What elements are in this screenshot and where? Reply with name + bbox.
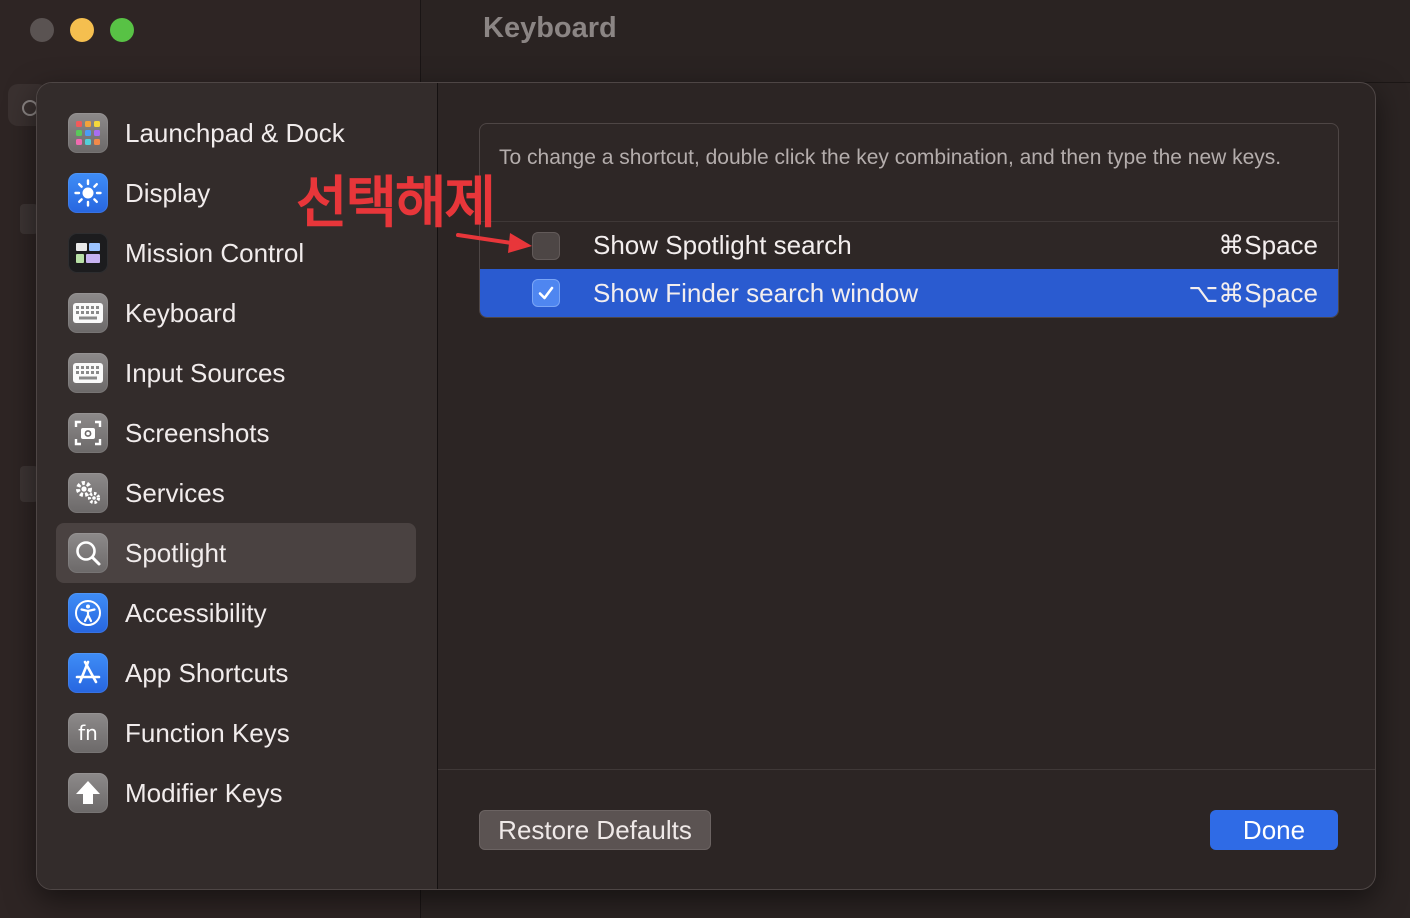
shortcut-label: Show Finder search window [593,277,919,308]
magnifier-icon [68,533,108,573]
shortcut-label: Show Spotlight search [593,230,852,260]
zoom-button[interactable] [110,18,134,42]
fn-icon: fn [68,713,108,753]
shift-arrow-icon [68,773,108,813]
launchpad-icon [68,113,108,153]
keyboard-icon [68,353,108,393]
close-button[interactable] [30,18,54,42]
shortcut-content: To change a shortcut, double click the k… [438,83,1375,889]
keyboard-shortcuts-sheet: Launchpad & Dock Display Mission Control… [36,82,1376,890]
sidebar-item-services[interactable]: Services [56,463,416,523]
sidebar-item-label: Function Keys [125,717,290,748]
shortcut-row-selected[interactable]: Show Finder search window ⌥⌘Space [480,269,1338,317]
sidebar-item-label: Keyboard [125,297,237,328]
app-store-icon [68,653,108,693]
minimize-button[interactable] [70,18,94,42]
sidebar-item-label: Spotlight [125,537,227,568]
sidebar-item-label: App Shortcuts [125,657,289,688]
camera-icon [68,413,108,453]
finder-search-checkbox[interactable] [532,279,560,307]
display-brightness-icon [68,173,108,213]
shortcut-key-combination[interactable]: ⌘Space [1218,230,1318,261]
sidebar-item-accessibility[interactable]: Accessibility [56,583,416,643]
sidebar-item-label: Services [125,477,225,508]
footer-divider [438,769,1375,770]
sidebar-item-input-sources[interactable]: Input Sources [56,343,416,403]
annotation-arrow-icon [456,233,532,253]
sidebar-item-label: Accessibility [125,597,267,628]
sidebar-item-keyboard[interactable]: Keyboard [56,283,416,343]
done-button[interactable]: Done [1210,810,1338,850]
shortcut-table: To change a shortcut, double click the k… [479,123,1339,318]
sidebar-item-label: Screenshots [125,417,270,448]
svg-text:fn: fn [78,721,98,745]
restore-defaults-button[interactable]: Restore Defaults [479,810,711,850]
sidebar-item-modifier-keys[interactable]: Modifier Keys [56,763,416,823]
window-title: Keyboard [483,12,617,44]
sidebar-item-screenshots[interactable]: Screenshots [56,403,416,463]
accessibility-icon [68,593,108,633]
sidebar-item-spotlight[interactable]: Spotlight [56,523,416,583]
shortcut-key-combination[interactable]: ⌥⌘Space [1188,278,1318,309]
instructions-text: To change a shortcut, double click the k… [499,146,1282,169]
sidebar-item-label: Input Sources [125,357,286,388]
shortcut-row[interactable]: Show Spotlight search ⌘Space [480,221,1338,269]
sidebar-item-label: Mission Control [125,237,305,268]
mission-control-icon [68,233,108,273]
sidebar-item-label: Modifier Keys [125,777,283,808]
sidebar-item-launchpad-dock[interactable]: Launchpad & Dock [56,103,416,163]
gears-icon [68,473,108,513]
sidebar-item-app-shortcuts[interactable]: App Shortcuts [56,643,416,703]
sidebar-item-label: Launchpad & Dock [125,117,345,148]
checkmark-icon [538,286,554,300]
keyboard-icon [68,293,108,333]
sidebar-item-function-keys[interactable]: fn Function Keys [56,703,416,763]
sidebar-item-label: Display [125,177,211,208]
